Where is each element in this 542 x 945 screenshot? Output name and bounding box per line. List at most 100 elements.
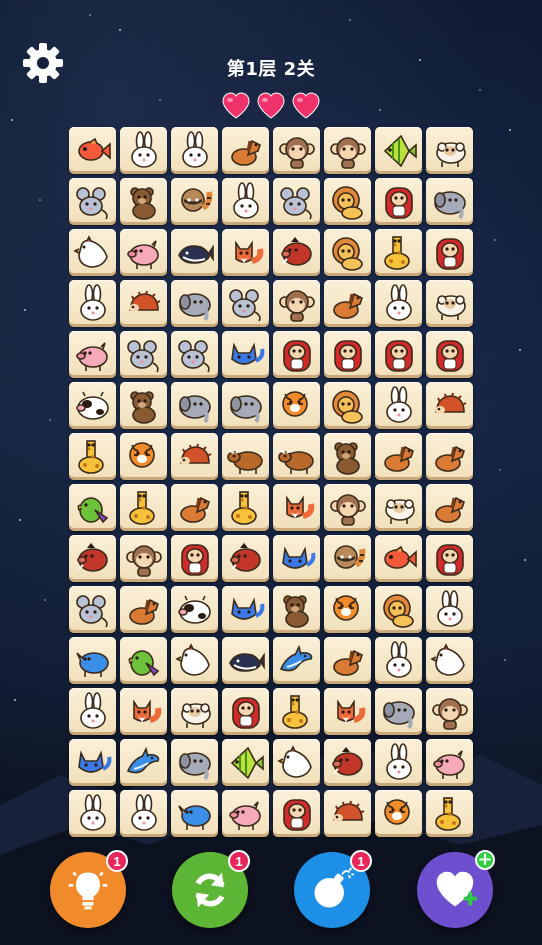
tile-fox[interactable] <box>324 688 371 735</box>
tile-pig[interactable] <box>120 229 167 276</box>
tile-bull[interactable] <box>222 433 269 480</box>
bomb-button[interactable]: 1 <box>294 850 372 928</box>
tile-pig[interactable] <box>69 331 116 378</box>
tile-angelfish[interactable] <box>222 739 269 786</box>
tile-cat[interactable] <box>222 331 269 378</box>
tile-lion[interactable] <box>375 586 422 633</box>
tile-gorilla[interactable] <box>426 535 473 582</box>
tile-cat[interactable] <box>273 535 320 582</box>
tile-mouse[interactable] <box>222 280 269 327</box>
tile-cat[interactable] <box>69 739 116 786</box>
tile-hedgehog[interactable] <box>426 382 473 429</box>
tile-mouse[interactable] <box>273 178 320 225</box>
tile-monkey[interactable] <box>120 535 167 582</box>
tile-tiger[interactable] <box>375 790 422 837</box>
tile-boar[interactable] <box>324 739 371 786</box>
tile-whale[interactable] <box>171 229 218 276</box>
tile-sheep[interactable] <box>171 688 218 735</box>
tile-horse[interactable] <box>171 484 218 531</box>
tile-angelfish[interactable] <box>375 127 422 174</box>
tile-boar[interactable] <box>222 535 269 582</box>
tile-fox[interactable] <box>273 484 320 531</box>
tile-cat[interactable] <box>222 586 269 633</box>
tile-chicken[interactable] <box>69 229 116 276</box>
tile-gorilla[interactable] <box>426 229 473 276</box>
tile-rabbit[interactable] <box>171 127 218 174</box>
tile-monkey[interactable] <box>273 127 320 174</box>
tile-rabbit[interactable] <box>375 637 422 684</box>
tile-giraffe[interactable] <box>273 688 320 735</box>
shuffle-button[interactable]: 1 <box>172 850 250 928</box>
tile-rabbit[interactable] <box>375 382 422 429</box>
tile-sheep[interactable] <box>375 484 422 531</box>
tile-raccoon[interactable] <box>324 535 371 582</box>
tile-dolphin[interactable] <box>120 739 167 786</box>
tile-chicken[interactable] <box>426 637 473 684</box>
tile-lion[interactable] <box>324 229 371 276</box>
tile-horse[interactable] <box>222 127 269 174</box>
tile-rabbit[interactable] <box>426 586 473 633</box>
tile-fox[interactable] <box>222 229 269 276</box>
tile-mouse[interactable] <box>69 586 116 633</box>
tile-chicken[interactable] <box>273 739 320 786</box>
tile-bear[interactable] <box>120 178 167 225</box>
tile-cow[interactable] <box>171 586 218 633</box>
tile-rabbit[interactable] <box>222 178 269 225</box>
tile-elephant[interactable] <box>426 178 473 225</box>
tile-elephant[interactable] <box>171 739 218 786</box>
tile-whale[interactable] <box>222 637 269 684</box>
tile-rabbit[interactable] <box>120 790 167 837</box>
tile-tiger[interactable] <box>120 433 167 480</box>
tile-monkey[interactable] <box>426 688 473 735</box>
tile-mouse[interactable] <box>171 331 218 378</box>
tile-mouse[interactable] <box>69 178 116 225</box>
tile-pig[interactable] <box>426 739 473 786</box>
tile-horse[interactable] <box>426 484 473 531</box>
tile-horse[interactable] <box>426 433 473 480</box>
tile-hedgehog[interactable] <box>324 790 371 837</box>
tile-pig[interactable] <box>222 790 269 837</box>
tile-gorilla[interactable] <box>375 178 422 225</box>
tile-rhino[interactable] <box>171 790 218 837</box>
tile-parrot[interactable] <box>69 484 116 531</box>
tile-gorilla[interactable] <box>273 790 320 837</box>
tile-fish[interactable] <box>69 127 116 174</box>
tile-boar[interactable] <box>273 229 320 276</box>
tile-fish[interactable] <box>375 535 422 582</box>
tile-elephant[interactable] <box>222 382 269 429</box>
tile-bear[interactable] <box>120 382 167 429</box>
tile-hedgehog[interactable] <box>171 433 218 480</box>
tile-gorilla[interactable] <box>324 331 371 378</box>
tile-horse[interactable] <box>375 433 422 480</box>
tile-giraffe[interactable] <box>426 790 473 837</box>
tile-rhino[interactable] <box>69 637 116 684</box>
tile-boar[interactable] <box>69 535 116 582</box>
tile-gorilla[interactable] <box>171 535 218 582</box>
tile-rabbit[interactable] <box>375 739 422 786</box>
tile-gorilla[interactable] <box>273 331 320 378</box>
tile-tiger[interactable] <box>324 586 371 633</box>
tile-rabbit[interactable] <box>120 127 167 174</box>
tile-horse[interactable] <box>324 280 371 327</box>
tile-giraffe[interactable] <box>375 229 422 276</box>
add-life-button[interactable]: + <box>417 850 495 928</box>
tile-monkey[interactable] <box>324 484 371 531</box>
tile-gorilla[interactable] <box>222 688 269 735</box>
tile-giraffe[interactable] <box>120 484 167 531</box>
tile-elephant[interactable] <box>171 382 218 429</box>
tile-elephant[interactable] <box>171 280 218 327</box>
tile-raccoon[interactable] <box>171 178 218 225</box>
tile-bear[interactable] <box>324 433 371 480</box>
tile-hedgehog[interactable] <box>120 280 167 327</box>
tile-rabbit[interactable] <box>69 280 116 327</box>
tile-rabbit[interactable] <box>69 688 116 735</box>
tile-monkey[interactable] <box>273 280 320 327</box>
tile-horse[interactable] <box>120 586 167 633</box>
tile-lion[interactable] <box>324 178 371 225</box>
tile-fox[interactable] <box>120 688 167 735</box>
tile-rabbit[interactable] <box>69 790 116 837</box>
tile-mouse[interactable] <box>120 331 167 378</box>
tile-monkey[interactable] <box>324 127 371 174</box>
tile-chicken[interactable] <box>171 637 218 684</box>
tile-cow[interactable] <box>69 382 116 429</box>
